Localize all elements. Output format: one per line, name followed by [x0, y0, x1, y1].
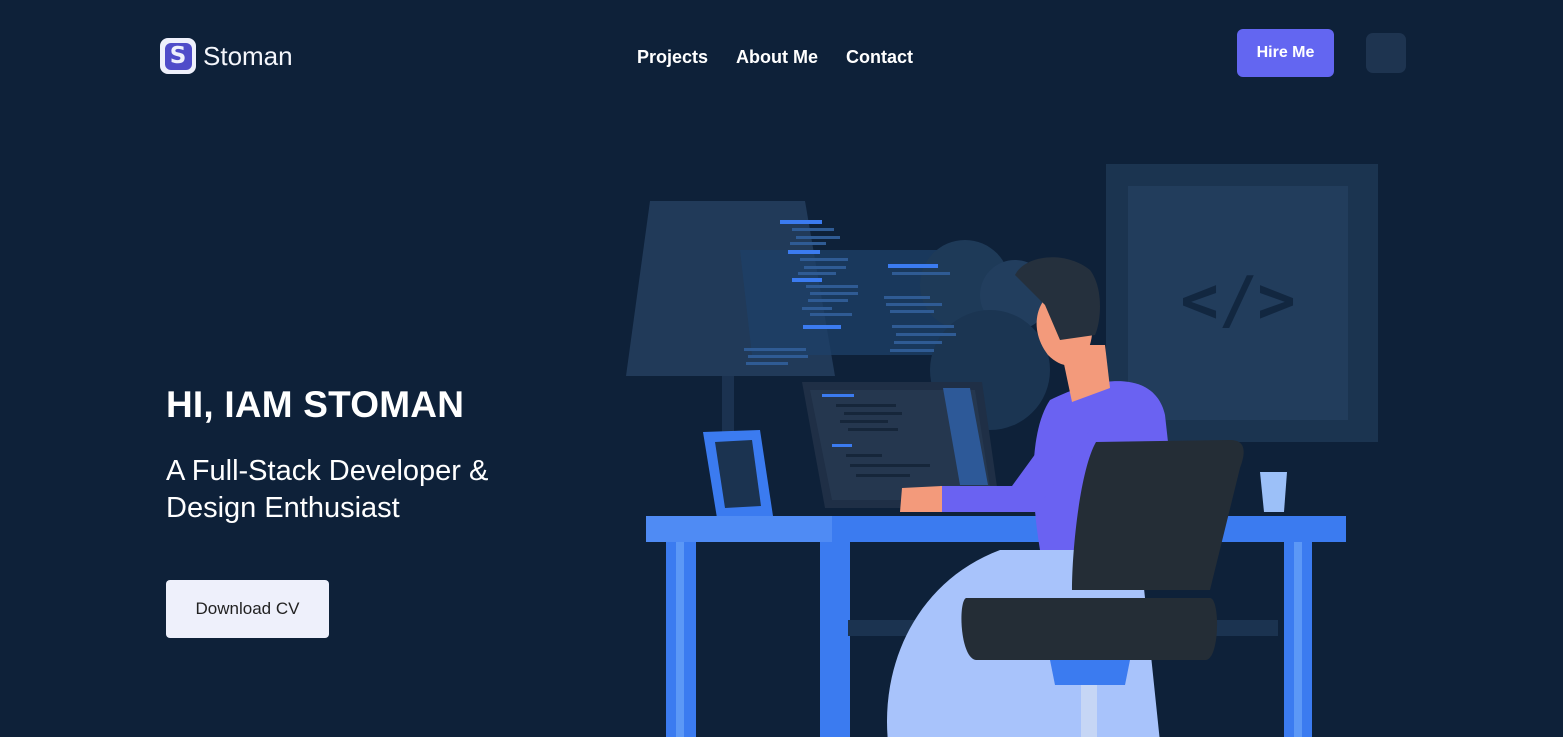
logo-icon: S: [160, 38, 196, 74]
hero-subtitle: A Full-Stack Developer & Design Enthusia…: [166, 455, 489, 524]
cup: [1260, 472, 1287, 512]
code-symbol: </>: [1180, 264, 1296, 338]
brand-name: Stoman: [203, 40, 293, 71]
theme-toggle-button[interactable]: [1366, 33, 1406, 73]
nav-link-about-me[interactable]: About Me: [736, 47, 818, 68]
hero-title: HI, IAM STOMAN: [166, 384, 465, 425]
brand-logo[interactable]: S Stoman: [160, 38, 293, 74]
nav-link-contact[interactable]: Contact: [846, 47, 913, 68]
download-cv-button[interactable]: Download CV: [166, 580, 329, 638]
logo-letter: S: [164, 42, 192, 70]
hire-me-button[interactable]: Hire Me: [1237, 29, 1334, 77]
picture-frame: [703, 430, 773, 518]
nav-link-projects[interactable]: Projects: [637, 47, 708, 68]
main-nav: Projects About Me Contact: [637, 47, 913, 68]
developer-illustration: </>: [626, 164, 1378, 737]
